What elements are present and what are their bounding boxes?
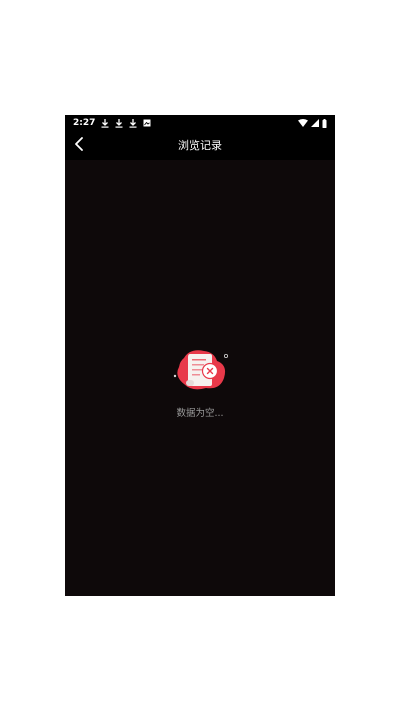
- header-bar: 浏览记录: [65, 131, 335, 160]
- status-right: [298, 115, 327, 131]
- download-icon: [101, 118, 109, 128]
- download-icon: [115, 118, 123, 128]
- status-bar: 2:27: [65, 115, 335, 131]
- image-icon: [143, 119, 151, 127]
- empty-message: 数据为空...: [176, 408, 224, 419]
- signal-icon: [311, 119, 319, 127]
- wifi-icon: [298, 119, 308, 127]
- app-screen: 2:27 浏览记录 数据为空...: [65, 115, 335, 596]
- empty-state: 数据为空...: [65, 348, 335, 428]
- status-left: 2:27: [73, 115, 151, 131]
- empty-document-icon: [170, 348, 234, 396]
- page-title: 浏览记录: [178, 139, 222, 152]
- battery-icon: [322, 118, 327, 128]
- download-icon: [129, 118, 137, 128]
- status-time: 2:27: [73, 118, 96, 128]
